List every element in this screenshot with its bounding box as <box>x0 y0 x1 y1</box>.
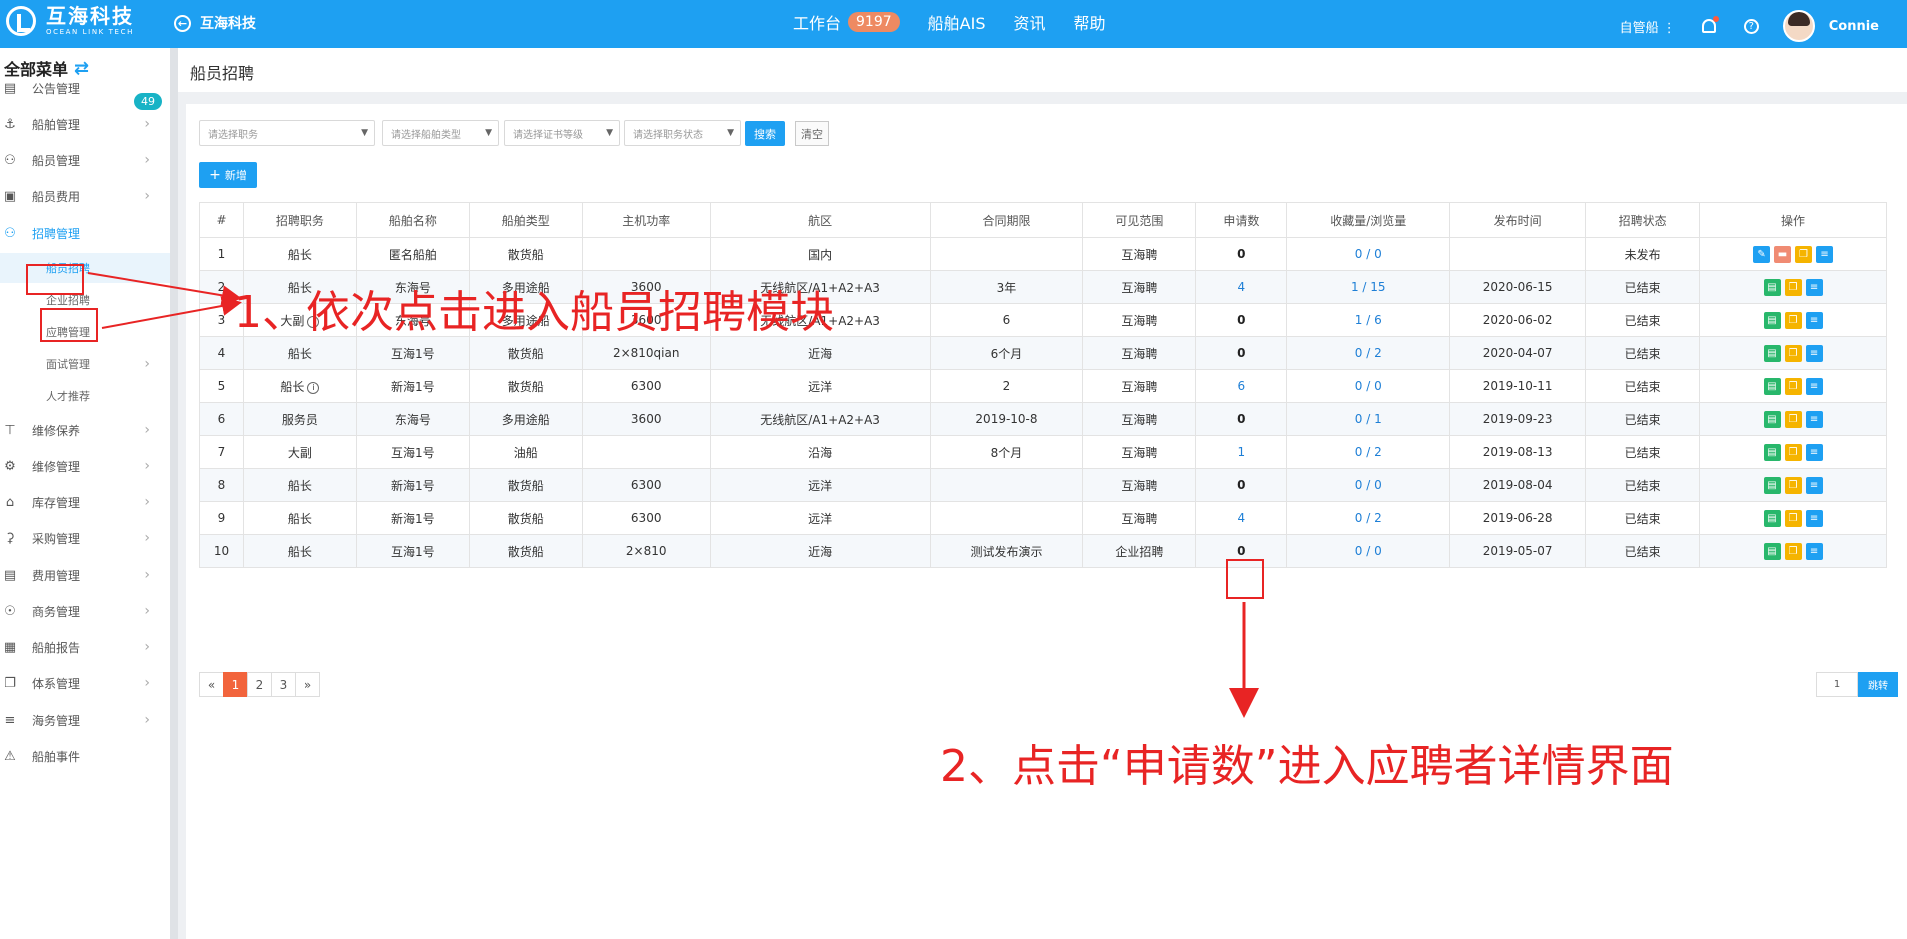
annotation-step2: 2、点击“申请数”进入应聘者详情界面 <box>940 741 1674 792</box>
arrow-to-crew-recruit <box>101 296 242 329</box>
annotation-arrows <box>87 272 1259 718</box>
annotation-step1: 1、依次点击进入船员招聘模块 <box>234 287 834 338</box>
arrow-to-recruit-menu <box>87 272 242 306</box>
